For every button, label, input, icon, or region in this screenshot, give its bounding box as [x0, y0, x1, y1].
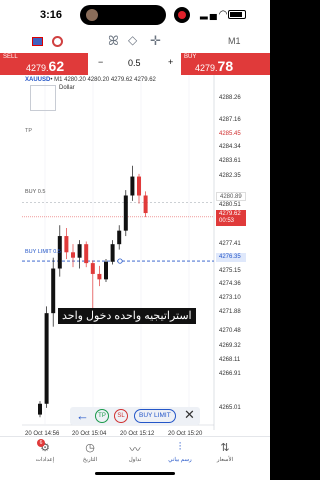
record-icon[interactable] — [174, 7, 190, 23]
buy-limit-handle — [117, 258, 123, 264]
clock-icon: ◷ — [85, 442, 95, 454]
candle-body — [110, 244, 115, 262]
price-tick: 4270.48 — [219, 328, 241, 334]
candle-body — [143, 195, 148, 214]
buy-line-label: BUY 0.5 — [25, 189, 46, 195]
chart-symbol: XAUUSD• M1 4280.20 4280.20 4279.62 4279.… — [25, 77, 156, 83]
indicators-icon[interactable]: ꕤ — [108, 33, 119, 49]
tab-trade[interactable]: 〰 تداول — [115, 441, 155, 463]
chart-description: Dollar — [59, 85, 75, 91]
symbol-flag-icon[interactable] — [32, 37, 43, 46]
tab-label: إعدادات — [35, 457, 55, 463]
avatar — [86, 9, 98, 21]
price-tick: 4287.16 — [219, 117, 241, 123]
tab-label: تداول — [128, 457, 142, 463]
price-tick: 4283.61 — [219, 158, 241, 164]
tab-settings[interactable]: ⚙ 6 إعدادات — [25, 439, 65, 463]
signal-wifi-icon: ▂▄◠ — [200, 9, 230, 20]
price-tick: 4276.35 — [216, 253, 246, 262]
price-tick: 4288.26 — [219, 95, 241, 101]
price-tick: 4269.32 — [219, 343, 241, 349]
price-tick: 4268.11 — [219, 357, 241, 363]
tab-label: الأسعار — [216, 457, 234, 463]
candle-body — [104, 261, 108, 280]
tab-label: التاريخ — [82, 457, 98, 463]
tab-label: رسم بياني — [168, 457, 192, 463]
tab-quotes[interactable]: ⇅ الأسعار — [205, 441, 245, 463]
candles-icon: ⫶ — [178, 441, 182, 453]
quotes-arrows-icon: ⇅ — [220, 442, 230, 454]
candle-body — [97, 273, 102, 280]
tp-button[interactable]: TP — [95, 409, 109, 423]
pending-order-bar: ← TP SL BUY LIMIT ✕ — [70, 407, 200, 425]
notification-badge: 6 — [37, 439, 45, 447]
lot-minus-button[interactable]: − — [98, 57, 103, 67]
candle-body — [77, 244, 82, 258]
price-tick: 4285.45 — [219, 131, 241, 137]
price-tick: 4284.34 — [219, 144, 241, 150]
buy-limit-line-label[interactable]: BUY LIMIT 0.5 — [25, 249, 61, 255]
gears-icon: ⚙ — [40, 442, 50, 454]
candle-body — [51, 268, 56, 314]
battery-icon — [228, 10, 246, 19]
chart-toolbar: ꕤ ◇ ✛ M1 — [0, 30, 270, 52]
candle-body — [84, 244, 89, 264]
price-tick: 4282.35 — [219, 173, 241, 179]
crosshair-icon[interactable]: ✛ — [150, 33, 161, 49]
price-tick: 4271.88 — [219, 309, 241, 315]
timeframe-selector[interactable]: M1 — [228, 36, 241, 46]
price-tick: 4266.91 — [219, 371, 241, 377]
status-bar: 3:16 ▂▄◠ — [0, 0, 270, 30]
candle-body — [130, 176, 135, 196]
candle-body — [137, 176, 141, 196]
buy-limit-button[interactable]: BUY LIMIT — [134, 409, 176, 423]
price-tick: 00:53 — [216, 217, 246, 226]
lot-value[interactable]: 0.5 — [128, 58, 141, 68]
price-tick: 4274.36 — [219, 281, 241, 287]
phone-screen: 3:16 ▂▄◠ ꕤ ◇ ✛ M1 SELL 4279.62 − 0.5 + B… — [0, 0, 270, 480]
tab-history[interactable]: ◷ التاريخ — [70, 441, 110, 463]
price-tick: 4265.01 — [219, 405, 241, 411]
candle-body — [123, 195, 128, 231]
price-tick: 4273.10 — [219, 295, 241, 301]
tab-chart[interactable]: ⫶ رسم بياني — [160, 441, 200, 463]
tp-line-label: TP — [25, 128, 33, 134]
candle-body — [117, 230, 122, 245]
objects-icon[interactable]: ◇ — [128, 33, 137, 47]
sell-button[interactable]: SELL 4279.62 — [0, 53, 88, 75]
candle-body — [44, 313, 49, 404]
buy-button[interactable]: BUY 4279.78 — [181, 53, 270, 75]
candle-body — [64, 236, 69, 253]
status-time: 3:16 — [40, 9, 63, 21]
sell-price: 4279.62 — [26, 58, 65, 74]
price-tick: 4280.89 — [216, 192, 246, 201]
price-tick: 4275.15 — [219, 268, 241, 274]
lot-plus-button[interactable]: + — [168, 57, 173, 67]
price-chart[interactable]: XAUUSD• M1 4280.20 4280.20 4279.62 4279.… — [0, 75, 270, 437]
home-indicator — [95, 472, 175, 475]
price-tick: 4277.41 — [219, 241, 241, 247]
lot-stepper[interactable]: − 0.5 + — [88, 53, 181, 75]
video-caption: استراتيجيه واحده دخول واحد — [58, 308, 196, 324]
candle-body — [90, 263, 95, 274]
chart-thumbnail — [30, 85, 56, 111]
price-tick: 4280.51 — [219, 202, 241, 208]
candle-body — [71, 252, 75, 258]
sell-label: SELL — [3, 54, 18, 60]
close-icon[interactable]: ✕ — [184, 407, 195, 423]
candle-body — [38, 403, 42, 415]
trade-graph-icon: 〰 — [129, 444, 141, 456]
sl-button[interactable]: SL — [114, 409, 128, 423]
one-click-trade-panel: SELL 4279.62 − 0.5 + BUY 4279.78 — [0, 53, 270, 75]
alarm-icon[interactable] — [52, 36, 63, 47]
back-arrow-icon[interactable]: ← — [76, 408, 89, 423]
buy-price: 4279.78 — [195, 58, 234, 74]
